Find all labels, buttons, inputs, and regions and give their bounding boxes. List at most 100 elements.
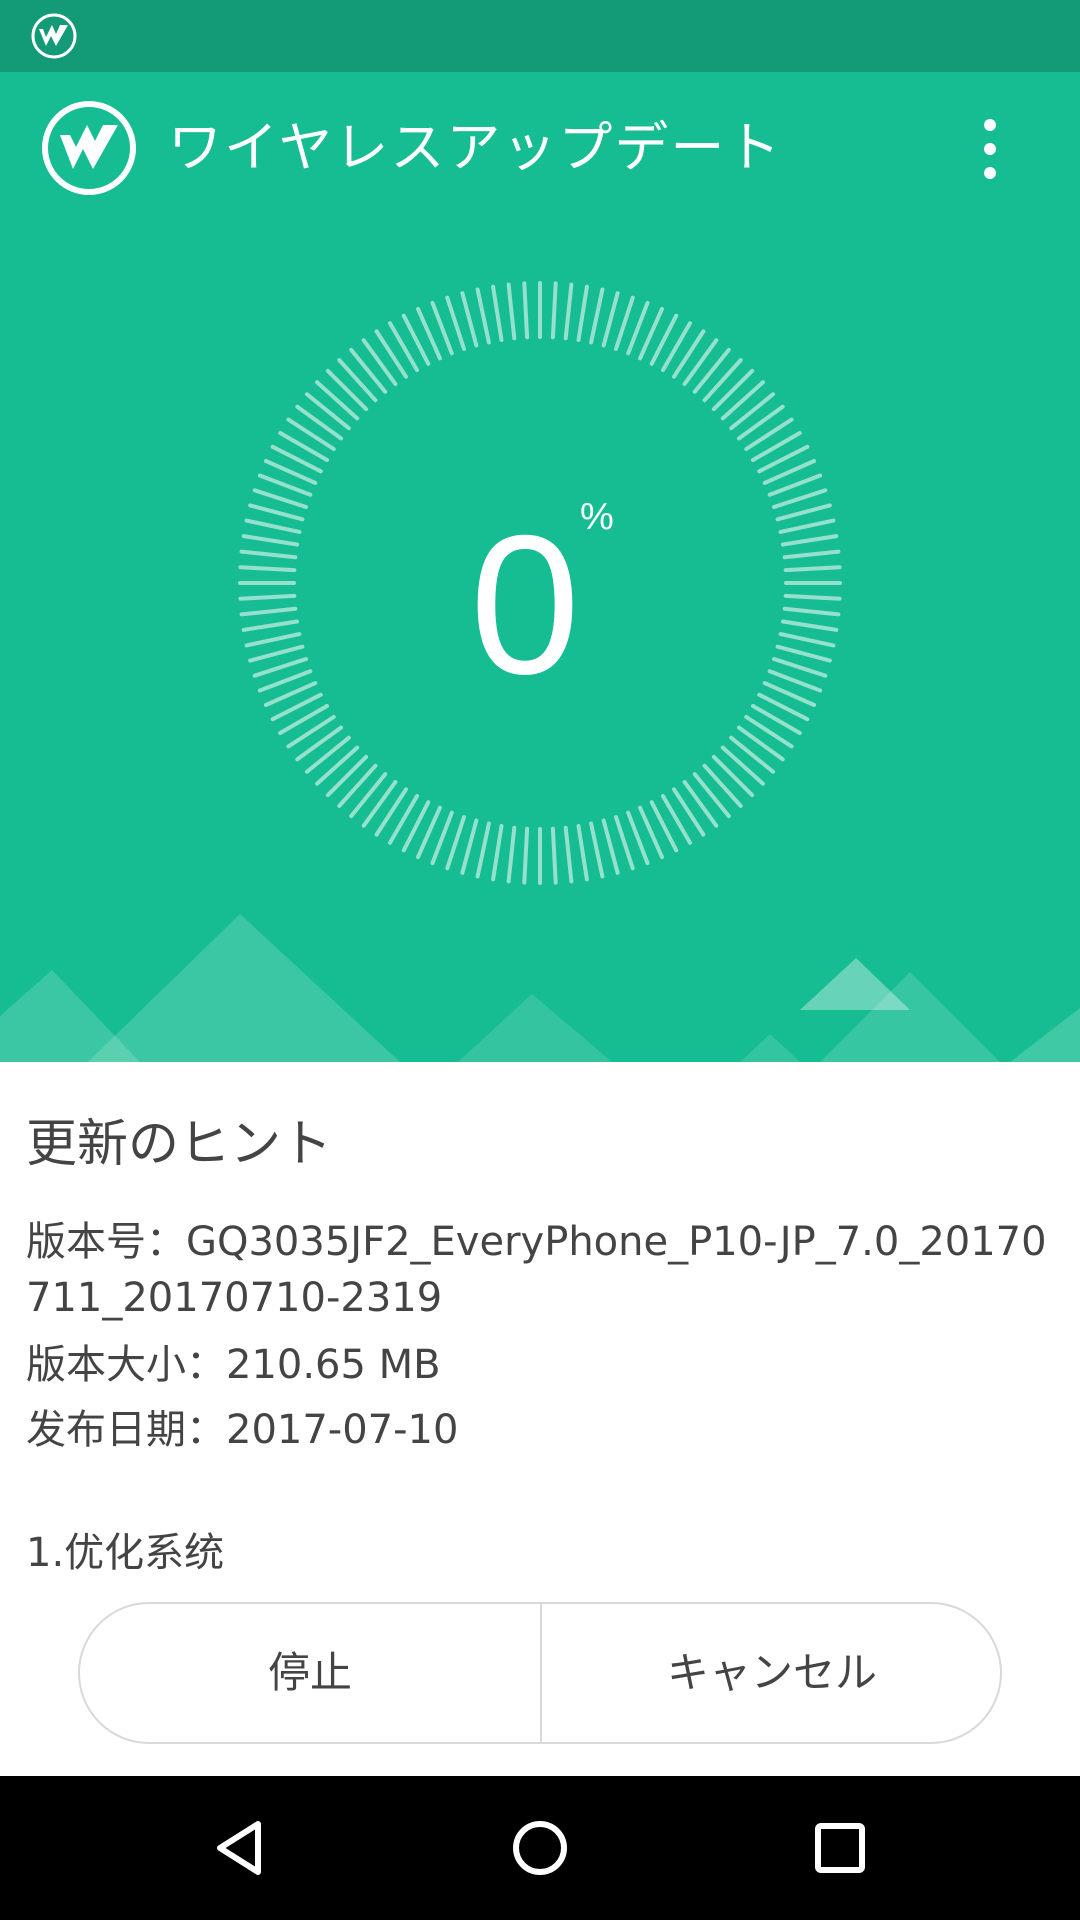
progress-tick: [491, 824, 504, 882]
progress-tick: [782, 549, 841, 560]
progress-tick: [244, 632, 302, 648]
progress-tick: [522, 826, 530, 885]
progress-tick: [589, 821, 605, 879]
progress-tick: [702, 358, 743, 403]
progress-tick: [720, 745, 765, 786]
progress-unit: %: [580, 496, 614, 538]
progress-tick: [775, 644, 832, 663]
progress-tick: [782, 606, 841, 617]
progress-tick: [239, 549, 298, 560]
progress-tick: [460, 818, 479, 875]
package-size: 版本大小：210.65 MB: [26, 1342, 441, 1388]
progress-tick: [614, 815, 635, 871]
progress-tick: [522, 281, 530, 340]
more-vert-icon[interactable]: [962, 116, 1018, 182]
progress-tick: [241, 534, 299, 547]
progress-tick: [744, 417, 794, 451]
progress-tick: [349, 347, 388, 394]
progress-tick: [729, 735, 776, 774]
progress-tick: [692, 772, 731, 819]
progress-tick: [241, 619, 299, 632]
progress-tick: [672, 329, 706, 379]
progress-tick: [737, 404, 785, 441]
progress-tick: [550, 281, 558, 340]
progress-tick: [248, 503, 305, 522]
progress-tick: [702, 763, 743, 808]
progress-tick: [475, 287, 491, 345]
progress-tick: [783, 565, 842, 573]
progress-tick: [601, 818, 620, 875]
progress-tick: [337, 358, 378, 403]
progress-tick: [349, 772, 388, 819]
version-number: 版本号：GQ3035JF2_EveryPhone_P10-JP_7.0_2017…: [26, 1219, 1047, 1321]
progress-tick: [720, 380, 765, 421]
stop-button[interactable]: 停止: [80, 1604, 540, 1742]
progress-tick: [682, 780, 719, 828]
progress-tick: [778, 632, 836, 648]
progress-tick: [361, 780, 398, 828]
release-date: 发布日期：2017-07-10: [26, 1407, 459, 1453]
progress-tick: [286, 417, 336, 451]
progress-tick: [744, 715, 794, 749]
progress-tick: [783, 593, 842, 601]
progress-tick: [337, 763, 378, 808]
progress-tick: [445, 295, 466, 351]
progress-tick: [550, 826, 558, 885]
progress-tick: [682, 338, 719, 386]
progress-tick: [286, 715, 336, 749]
update-hints-heading: 更新のヒント: [26, 1115, 333, 1174]
progress-tick: [252, 657, 308, 678]
progress-tick: [737, 725, 785, 762]
progress-tick: [772, 488, 828, 509]
progress-tick: [778, 518, 836, 534]
progress-tick: [295, 725, 343, 762]
progress-tick: [506, 825, 517, 884]
progress-tick: [304, 735, 351, 774]
progress-tick: [576, 284, 589, 342]
wireless-update-notification-icon: [31, 13, 77, 59]
progress-tick: [374, 329, 408, 379]
progress-tick: [315, 380, 360, 421]
progress-tick: [304, 392, 351, 431]
progress-tick: [244, 518, 302, 534]
progress-tick: [325, 754, 369, 798]
progress-tick: [248, 644, 305, 663]
app-bar: ワイヤレスアップデート: [0, 72, 1080, 224]
progress-tick: [775, 503, 832, 522]
progress-tick: [238, 593, 297, 601]
progress-tick: [711, 754, 755, 798]
progress-tick: [576, 824, 589, 882]
progress-tick: [729, 392, 776, 431]
progress-tick: [361, 338, 398, 386]
progress-tick: [315, 745, 360, 786]
progress-tick: [252, 488, 308, 509]
progress-tick: [614, 295, 635, 351]
progress-tick: [563, 825, 574, 884]
progress-tick: [563, 282, 574, 341]
progress-tick: [781, 534, 839, 547]
progress-tick: [475, 821, 491, 879]
progress-tick: [711, 368, 755, 412]
app-title: ワイヤレスアップデート: [168, 116, 783, 179]
status-bar: [0, 0, 1080, 72]
action-button-group: 停止 キャンセル: [78, 1602, 1002, 1744]
wireless-update-logo-icon: [42, 101, 136, 195]
recents-square-icon[interactable]: [796, 1804, 884, 1892]
progress-tick: [374, 787, 408, 837]
home-circle-icon[interactable]: [496, 1804, 584, 1892]
progress-tick: [445, 815, 466, 871]
progress-tick: [295, 404, 343, 441]
progress-tick: [238, 565, 297, 573]
progress-tick: [506, 282, 517, 341]
progress-tick: [239, 606, 298, 617]
system-nav-bar: [0, 1776, 1080, 1920]
progress-tick: [460, 291, 479, 348]
back-triangle-icon[interactable]: [196, 1804, 284, 1892]
progress-tick: [772, 657, 828, 678]
progress-hero: 0 %: [0, 224, 1080, 1062]
progress-tick: [325, 368, 369, 412]
progress-tick: [589, 287, 605, 345]
cancel-button[interactable]: キャンセル: [542, 1604, 1000, 1742]
progress-tick: [692, 347, 731, 394]
progress-tick: [781, 619, 839, 632]
